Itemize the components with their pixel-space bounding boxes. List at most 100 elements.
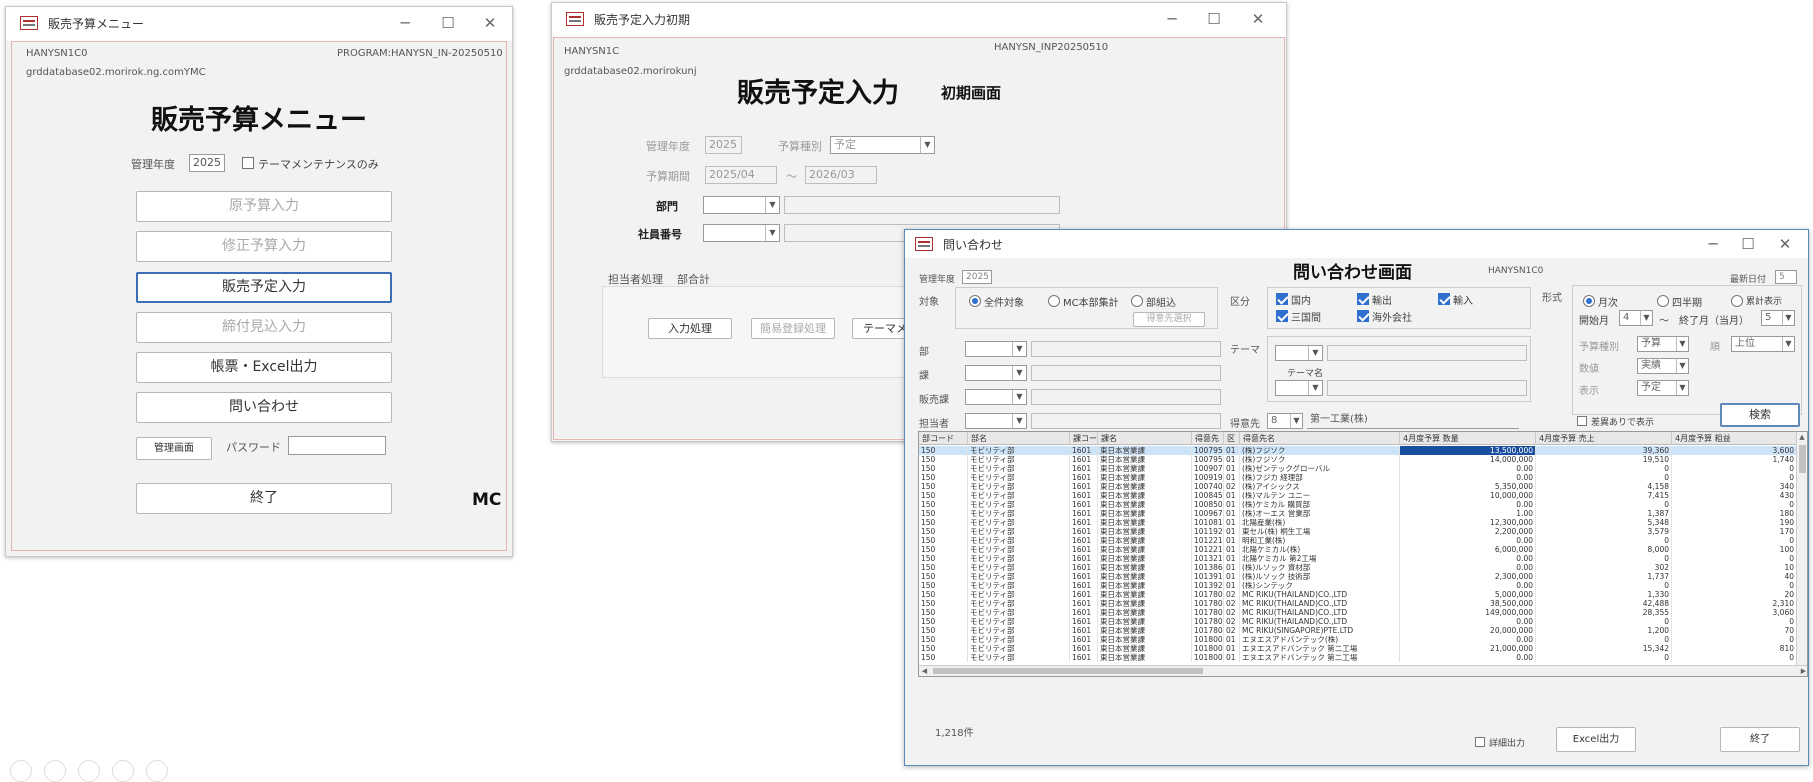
table-cell[interactable]: 1601: [1070, 455, 1098, 464]
table-cell[interactable]: 101780: [1192, 617, 1224, 626]
table-cell[interactable]: 101780: [1192, 608, 1224, 617]
admin-button[interactable]: 管理画面: [136, 437, 212, 460]
table-cell[interactable]: 101221: [1192, 545, 1224, 554]
table-cell[interactable]: 0: [1536, 617, 1672, 626]
minimize-icon[interactable]: ─: [389, 11, 421, 35]
table-cell[interactable]: (株)ゼンテックグローバル: [1240, 464, 1400, 473]
table-cell[interactable]: (株)アイシックス: [1240, 482, 1400, 491]
table-cell[interactable]: 101780: [1192, 626, 1224, 635]
table-cell[interactable]: 1601: [1070, 473, 1098, 482]
table-cell[interactable]: 東日本営業課: [1098, 599, 1192, 608]
table-cell[interactable]: 1,737: [1536, 572, 1672, 581]
table-row[interactable]: 150 モビリティ部 1601 東日本営業課 101081 01 北陽産業(株) 12,300…: [919, 518, 1797, 527]
table-cell[interactable]: 150: [919, 626, 968, 635]
table-cell[interactable]: 150: [919, 455, 968, 464]
table-cell[interactable]: 1601: [1070, 626, 1098, 635]
table-cell[interactable]: 0: [1536, 653, 1672, 662]
table-cell[interactable]: 20,000,000: [1400, 626, 1536, 635]
table-row[interactable]: 150 モビリティ部 1601 東日本営業課 101780 02 MC RIKU(THAIL…: [919, 590, 1797, 599]
table-cell[interactable]: 10,000,000: [1400, 491, 1536, 500]
table-cell[interactable]: 5,350,000: [1400, 482, 1536, 491]
diff-only-checkbox[interactable]: [1577, 416, 1587, 426]
table-cell[interactable]: 0: [1536, 473, 1672, 482]
table-cell[interactable]: 101192: [1192, 527, 1224, 536]
table-cell[interactable]: 東日本営業課: [1098, 653, 1192, 662]
table-cell[interactable]: 3,060: [1672, 608, 1797, 617]
table-cell[interactable]: 6,000,000: [1400, 545, 1536, 554]
table-cell[interactable]: 150: [919, 599, 968, 608]
table-cell[interactable]: MC RIKU(THAILAND)CO.,LTD: [1240, 599, 1400, 608]
table-cell[interactable]: モビリティ部: [968, 518, 1070, 527]
table-cell[interactable]: 0.00: [1400, 653, 1536, 662]
table-cell[interactable]: モビリティ部: [968, 473, 1070, 482]
table-cell[interactable]: 1601: [1070, 464, 1098, 473]
department-select[interactable]: ▼: [965, 341, 1027, 357]
inquiry-button[interactable]: 問い合わせ: [136, 392, 392, 423]
col-header[interactable]: 4月度予算 粗益: [1672, 432, 1797, 445]
year-field[interactable]: 2025: [189, 154, 225, 172]
table-cell[interactable]: 100967: [1192, 509, 1224, 518]
theme-select[interactable]: ▼: [1275, 345, 1323, 361]
tab-person[interactable]: 担当者処理: [608, 271, 663, 287]
table-cell[interactable]: (株)シンテック: [1240, 581, 1400, 590]
format-monthly-radio[interactable]: [1583, 295, 1595, 307]
table-cell[interactable]: 1601: [1070, 509, 1098, 518]
table-cell[interactable]: 2,200,000: [1400, 527, 1536, 536]
table-cell[interactable]: 0: [1672, 617, 1797, 626]
table-row[interactable]: 150 モビリティ部 1601 東日本営業課 100907 01 (株)ゼンテックグローバル…: [919, 464, 1797, 473]
table-cell[interactable]: 100: [1672, 545, 1797, 554]
table-cell[interactable]: 1601: [1070, 491, 1098, 500]
table-cell[interactable]: モビリティ部: [968, 644, 1070, 653]
table-row[interactable]: 150 モビリティ部 1601 東日本営業課 101800 01 エヌエスアドバンテック(株…: [919, 635, 1797, 644]
table-cell[interactable]: モビリティ部: [968, 500, 1070, 509]
table-cell[interactable]: 101800: [1192, 653, 1224, 662]
table-cell[interactable]: 01: [1224, 572, 1240, 581]
table-cell[interactable]: 0: [1672, 536, 1797, 545]
table-cell[interactable]: 東日本営業課: [1098, 482, 1192, 491]
value-type-select[interactable]: 実績 ▼: [1637, 358, 1689, 374]
col-header[interactable]: 区: [1224, 432, 1240, 445]
table-cell[interactable]: 01: [1224, 509, 1240, 518]
end-month-select[interactable]: 5 ▼: [1761, 310, 1795, 326]
table-cell[interactable]: 1,740: [1672, 455, 1797, 464]
excel-export-button[interactable]: Excel出力: [1556, 727, 1636, 752]
table-cell[interactable]: モビリティ部: [968, 482, 1070, 491]
table-cell[interactable]: モビリティ部: [968, 572, 1070, 581]
table-cell[interactable]: モビリティ部: [968, 545, 1070, 554]
table-cell[interactable]: 0: [1536, 500, 1672, 509]
table-row[interactable]: 150 モビリティ部 1601 東日本営業課 100795 01 (株)フジソク 14,000…: [919, 455, 1797, 464]
table-cell[interactable]: 100919: [1192, 473, 1224, 482]
table-cell[interactable]: 02: [1224, 617, 1240, 626]
order-select[interactable]: 上位 ▼: [1731, 336, 1795, 352]
col-header[interactable]: 4月度予算 売上: [1536, 432, 1672, 445]
table-cell[interactable]: モビリティ部: [968, 527, 1070, 536]
table-row[interactable]: 150 モビリティ部 1601 東日本営業課 101800 01 エヌエスアドバンテック 第…: [919, 644, 1797, 653]
table-cell[interactable]: 東日本営業課: [1098, 581, 1192, 590]
table-row[interactable]: 150 モビリティ部 1601 東日本営業課 101780 02 MC RIKU(SINGA…: [919, 626, 1797, 635]
table-cell[interactable]: 150: [919, 608, 968, 617]
table-cell[interactable]: 150: [919, 509, 968, 518]
table-cell[interactable]: 1601: [1070, 644, 1098, 653]
table-cell[interactable]: 01: [1224, 536, 1240, 545]
table-cell[interactable]: モビリティ部: [968, 635, 1070, 644]
table-cell[interactable]: MC RIKU(THAILAND)CO.,LTD: [1240, 608, 1400, 617]
table-cell[interactable]: 14,000,000: [1400, 455, 1536, 464]
input-process-button[interactable]: 入力処理: [648, 318, 732, 339]
table-cell[interactable]: エヌエスアドバンテック(株): [1240, 635, 1400, 644]
table-cell[interactable]: 0.00: [1400, 464, 1536, 473]
table-row[interactable]: 150 モビリティ部 1601 東日本営業課 101392 01 (株)シンテック 0.00 0…: [919, 581, 1797, 590]
table-cell[interactable]: 1601: [1070, 554, 1098, 563]
table-cell[interactable]: 150: [919, 563, 968, 572]
table-cell[interactable]: エヌエスアドバンテック 第二工場: [1240, 653, 1400, 662]
table-cell[interactable]: 1601: [1070, 545, 1098, 554]
table-row[interactable]: 150 モビリティ部 1601 東日本営業課 101221 01 北陽ケミカル(株) 6,00…: [919, 545, 1797, 554]
table-cell[interactable]: 100795: [1192, 455, 1224, 464]
table-cell[interactable]: 302: [1536, 563, 1672, 572]
table-cell[interactable]: (株)フジカ 経理部: [1240, 473, 1400, 482]
minimize-icon[interactable]: ─: [1697, 232, 1729, 256]
table-row[interactable]: 150 モビリティ部 1601 東日本営業課 100967 01 (株)オーエス 営業部 1.…: [919, 509, 1797, 518]
maximize-icon[interactable]: ☐: [432, 11, 464, 35]
maximize-icon[interactable]: ☐: [1198, 7, 1230, 31]
table-cell[interactable]: 100795: [1192, 446, 1224, 455]
table-cell[interactable]: 1601: [1070, 581, 1098, 590]
